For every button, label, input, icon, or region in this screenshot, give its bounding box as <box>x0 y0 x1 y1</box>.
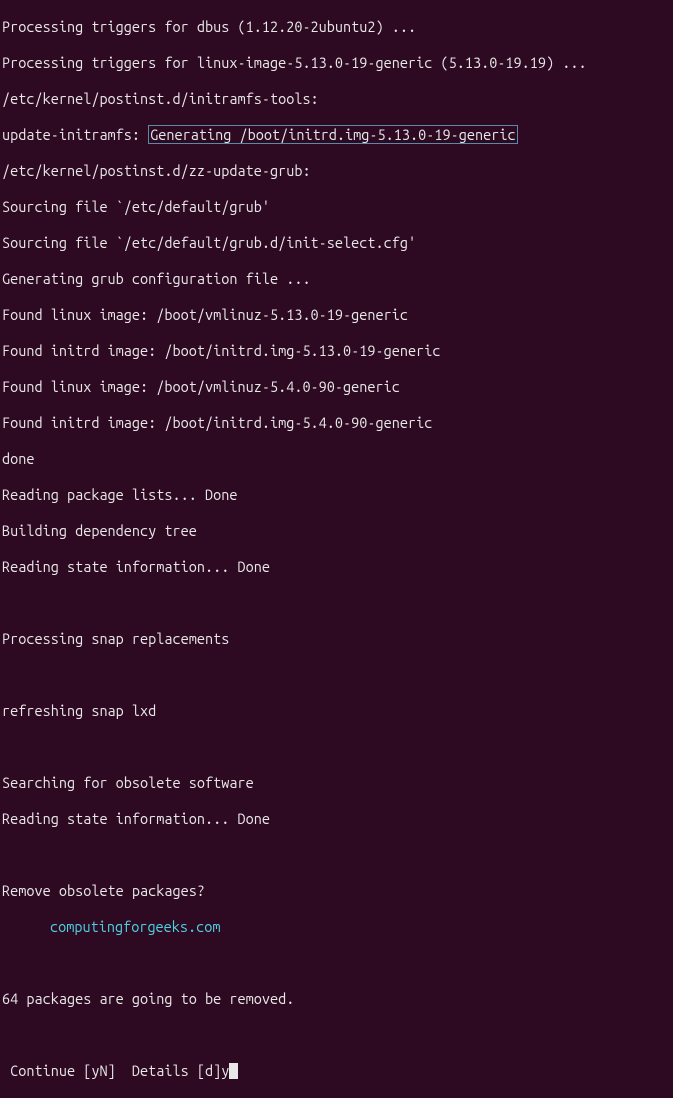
output-line: Processing triggers for linux-image-5.13… <box>2 54 671 72</box>
output-line: Remove obsolete packages? <box>2 882 671 900</box>
output-line: Found initrd image: /boot/initrd.img-5.1… <box>2 342 671 360</box>
output-line: Processing snap replacements <box>2 630 671 648</box>
output-line: Reading package lists... Done <box>2 486 671 504</box>
output-line: Processing triggers for dbus (1.12.20-2u… <box>2 18 671 36</box>
output-line: Reading state information... Done <box>2 810 671 828</box>
output-line: 64 packages are going to be removed. <box>2 990 671 1008</box>
user-input[interactable]: y <box>221 1062 229 1079</box>
output-line <box>2 666 671 684</box>
output-line: Building dependency tree <box>2 522 671 540</box>
output-line: Searching for obsolete software <box>2 774 671 792</box>
cursor-block <box>229 1063 238 1079</box>
output-line: Found linux image: /boot/vmlinuz-5.13.0-… <box>2 306 671 324</box>
output-line <box>2 594 671 612</box>
output-line <box>2 1026 671 1044</box>
output-line: Found linux image: /boot/vmlinuz-5.4.0-9… <box>2 378 671 396</box>
output-line: update-initramfs: Generating /boot/initr… <box>2 126 671 144</box>
output-line: /etc/kernel/postinst.d/zz-update-grub: <box>2 162 671 180</box>
output-line: Sourcing file `/etc/default/grub' <box>2 198 671 216</box>
watermark-line: computingforgeeks.com <box>2 918 671 936</box>
output-text: update-initramfs: <box>2 126 148 143</box>
output-line: Reading state information... Done <box>2 558 671 576</box>
prompt-line: Continue [yN] Details [d]y <box>2 1062 671 1080</box>
output-line: Sourcing file `/etc/default/grub.d/init-… <box>2 234 671 252</box>
output-line <box>2 954 671 972</box>
prompt-text: Continue [yN] Details [d] <box>2 1062 221 1079</box>
output-line: done <box>2 450 671 468</box>
output-line <box>2 846 671 864</box>
output-line: /etc/kernel/postinst.d/initramfs-tools: <box>2 90 671 108</box>
output-line: refreshing snap lxd <box>2 702 671 720</box>
output-line: Generating grub configuration file ... <box>2 270 671 288</box>
output-line <box>2 738 671 756</box>
highlighted-text: Generating /boot/initrd.img-5.13.0-19-ge… <box>148 125 517 144</box>
output-line: Found initrd image: /boot/initrd.img-5.4… <box>2 414 671 432</box>
terminal-output[interactable]: Processing triggers for dbus (1.12.20-2u… <box>0 0 673 1098</box>
watermark-text: computingforgeeks.com <box>2 918 221 935</box>
